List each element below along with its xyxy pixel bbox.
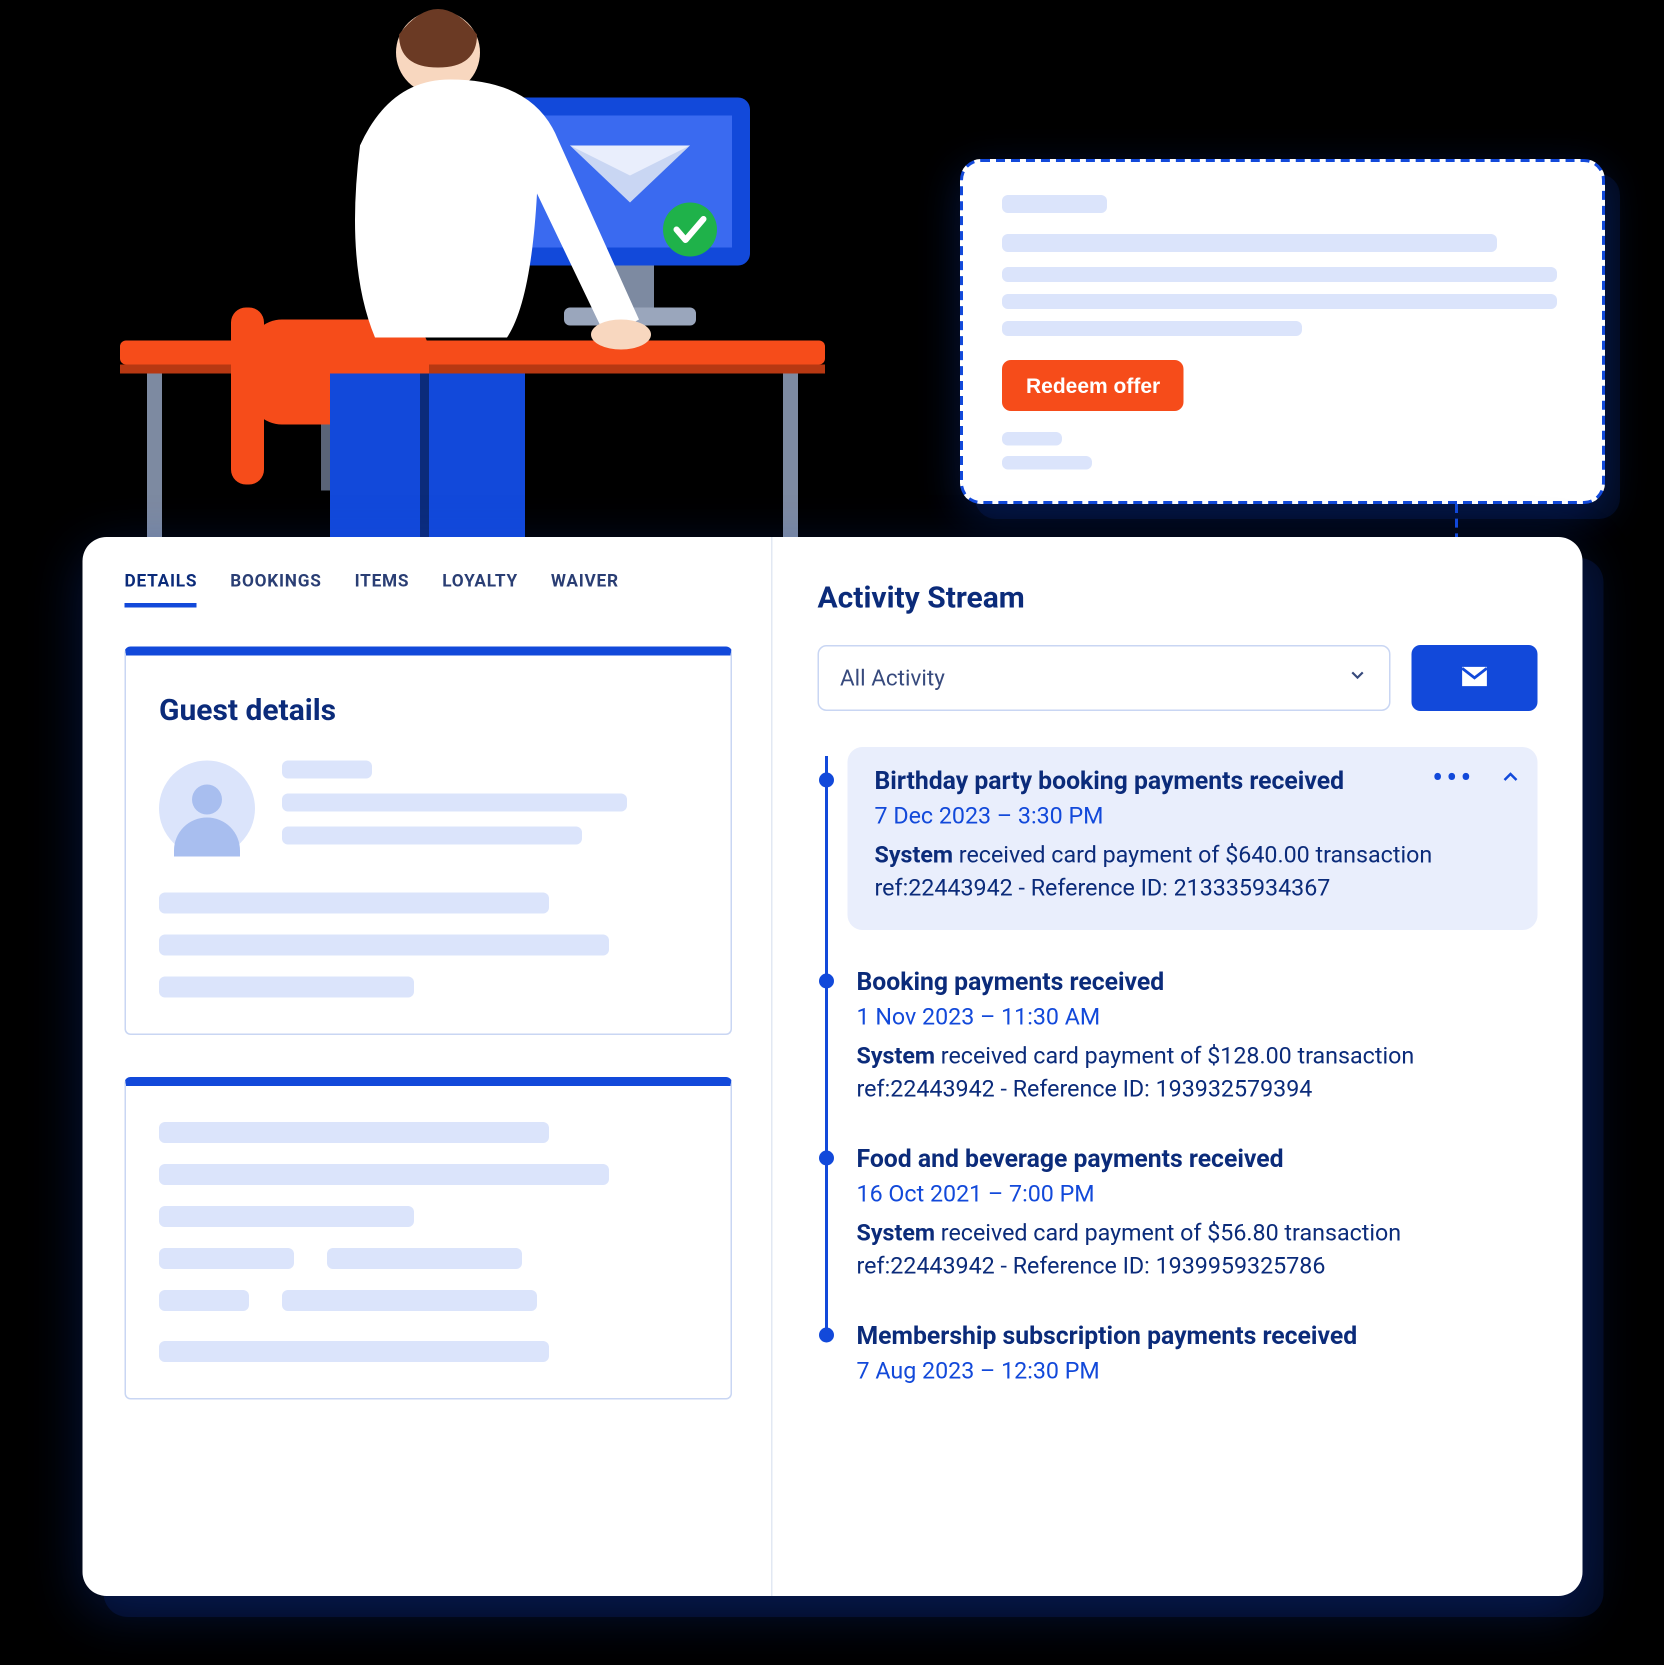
tab-loyalty[interactable]: LOYALTY xyxy=(442,570,518,608)
placeholder-line xyxy=(159,893,549,914)
guest-activity-card: DETAILS BOOKINGS ITEMS LOYALTY WAIVER Gu… xyxy=(83,537,1583,1596)
activity-event[interactable]: Food and beverage payments received 16 O… xyxy=(857,1146,1538,1284)
redeem-offer-button[interactable]: Redeem offer xyxy=(1002,360,1184,411)
guest-details-card: Guest details xyxy=(125,647,733,1036)
placeholder-line xyxy=(282,827,582,845)
placeholder-line xyxy=(159,1206,414,1227)
tabs: DETAILS BOOKINGS ITEMS LOYALTY WAIVER xyxy=(125,570,733,608)
more-icon[interactable]: ••• xyxy=(1432,773,1474,788)
tab-details[interactable]: DETAILS xyxy=(125,570,198,608)
event-title: Birthday party booking payments received xyxy=(875,768,1466,797)
tab-items[interactable]: ITEMS xyxy=(355,570,410,608)
activity-filter-select[interactable]: All Activity xyxy=(818,645,1391,711)
placeholder-line xyxy=(1002,294,1557,309)
placeholder-line xyxy=(282,794,627,812)
send-email-button[interactable] xyxy=(1412,645,1538,711)
event-title: Membership subscription payments receive… xyxy=(857,1323,1538,1352)
placeholder-line xyxy=(327,1248,522,1269)
event-body: System received card payment of $128.00 … xyxy=(857,1039,1538,1106)
placeholder-line xyxy=(159,1248,294,1269)
event-date: 1 Nov 2023 – 11:30 AM xyxy=(857,1003,1538,1030)
guest-details-title: Guest details xyxy=(159,692,698,728)
activity-timeline: ••• Birthday party booking payments rece… xyxy=(818,747,1538,1384)
placeholder-line xyxy=(159,1122,549,1143)
tab-waiver[interactable]: WAIVER xyxy=(551,570,619,608)
right-panel: Activity Stream All Activity xyxy=(773,537,1583,1596)
placeholder-line xyxy=(282,761,372,779)
mail-icon xyxy=(1458,659,1491,697)
offer-popup: Redeem offer xyxy=(960,159,1605,504)
placeholder-line xyxy=(1002,195,1107,213)
placeholder-line xyxy=(159,1341,549,1362)
activity-event[interactable]: ••• Birthday party booking payments rece… xyxy=(848,747,1538,930)
tab-bookings[interactable]: BOOKINGS xyxy=(230,570,321,608)
event-date: 7 Aug 2023 – 12:30 PM xyxy=(857,1357,1538,1384)
guest-secondary-card xyxy=(125,1077,733,1400)
left-panel: DETAILS BOOKINGS ITEMS LOYALTY WAIVER Gu… xyxy=(83,537,773,1596)
event-body: System received card payment of $640.00 … xyxy=(875,839,1466,906)
placeholder-line xyxy=(1002,321,1302,336)
activity-filter-value: All Activity xyxy=(840,665,945,692)
placeholder-line xyxy=(282,1290,537,1311)
placeholder-line xyxy=(1002,456,1092,470)
event-date: 16 Oct 2021 – 7:00 PM xyxy=(857,1180,1538,1207)
activity-stream-title: Activity Stream xyxy=(818,579,1538,615)
placeholder-line xyxy=(1002,234,1497,252)
chevron-up-icon[interactable] xyxy=(1499,765,1523,795)
placeholder-line xyxy=(159,1290,249,1311)
activity-event[interactable]: Membership subscription payments receive… xyxy=(857,1323,1538,1385)
avatar xyxy=(159,761,255,857)
event-title: Food and beverage payments received xyxy=(857,1146,1538,1175)
event-date: 7 Dec 2023 – 3:30 PM xyxy=(875,803,1466,830)
activity-event[interactable]: Booking payments received 1 Nov 2023 – 1… xyxy=(857,969,1538,1107)
placeholder-line xyxy=(1002,267,1557,282)
placeholder-line xyxy=(159,1164,609,1185)
person-at-desk-illustration xyxy=(120,8,825,541)
chevron-down-icon xyxy=(1347,665,1368,692)
event-body: System received card payment of $56.80 t… xyxy=(857,1216,1538,1283)
event-title: Booking payments received xyxy=(857,969,1538,998)
placeholder-line xyxy=(159,977,414,998)
placeholder-line xyxy=(159,935,609,956)
placeholder-line xyxy=(1002,432,1062,446)
